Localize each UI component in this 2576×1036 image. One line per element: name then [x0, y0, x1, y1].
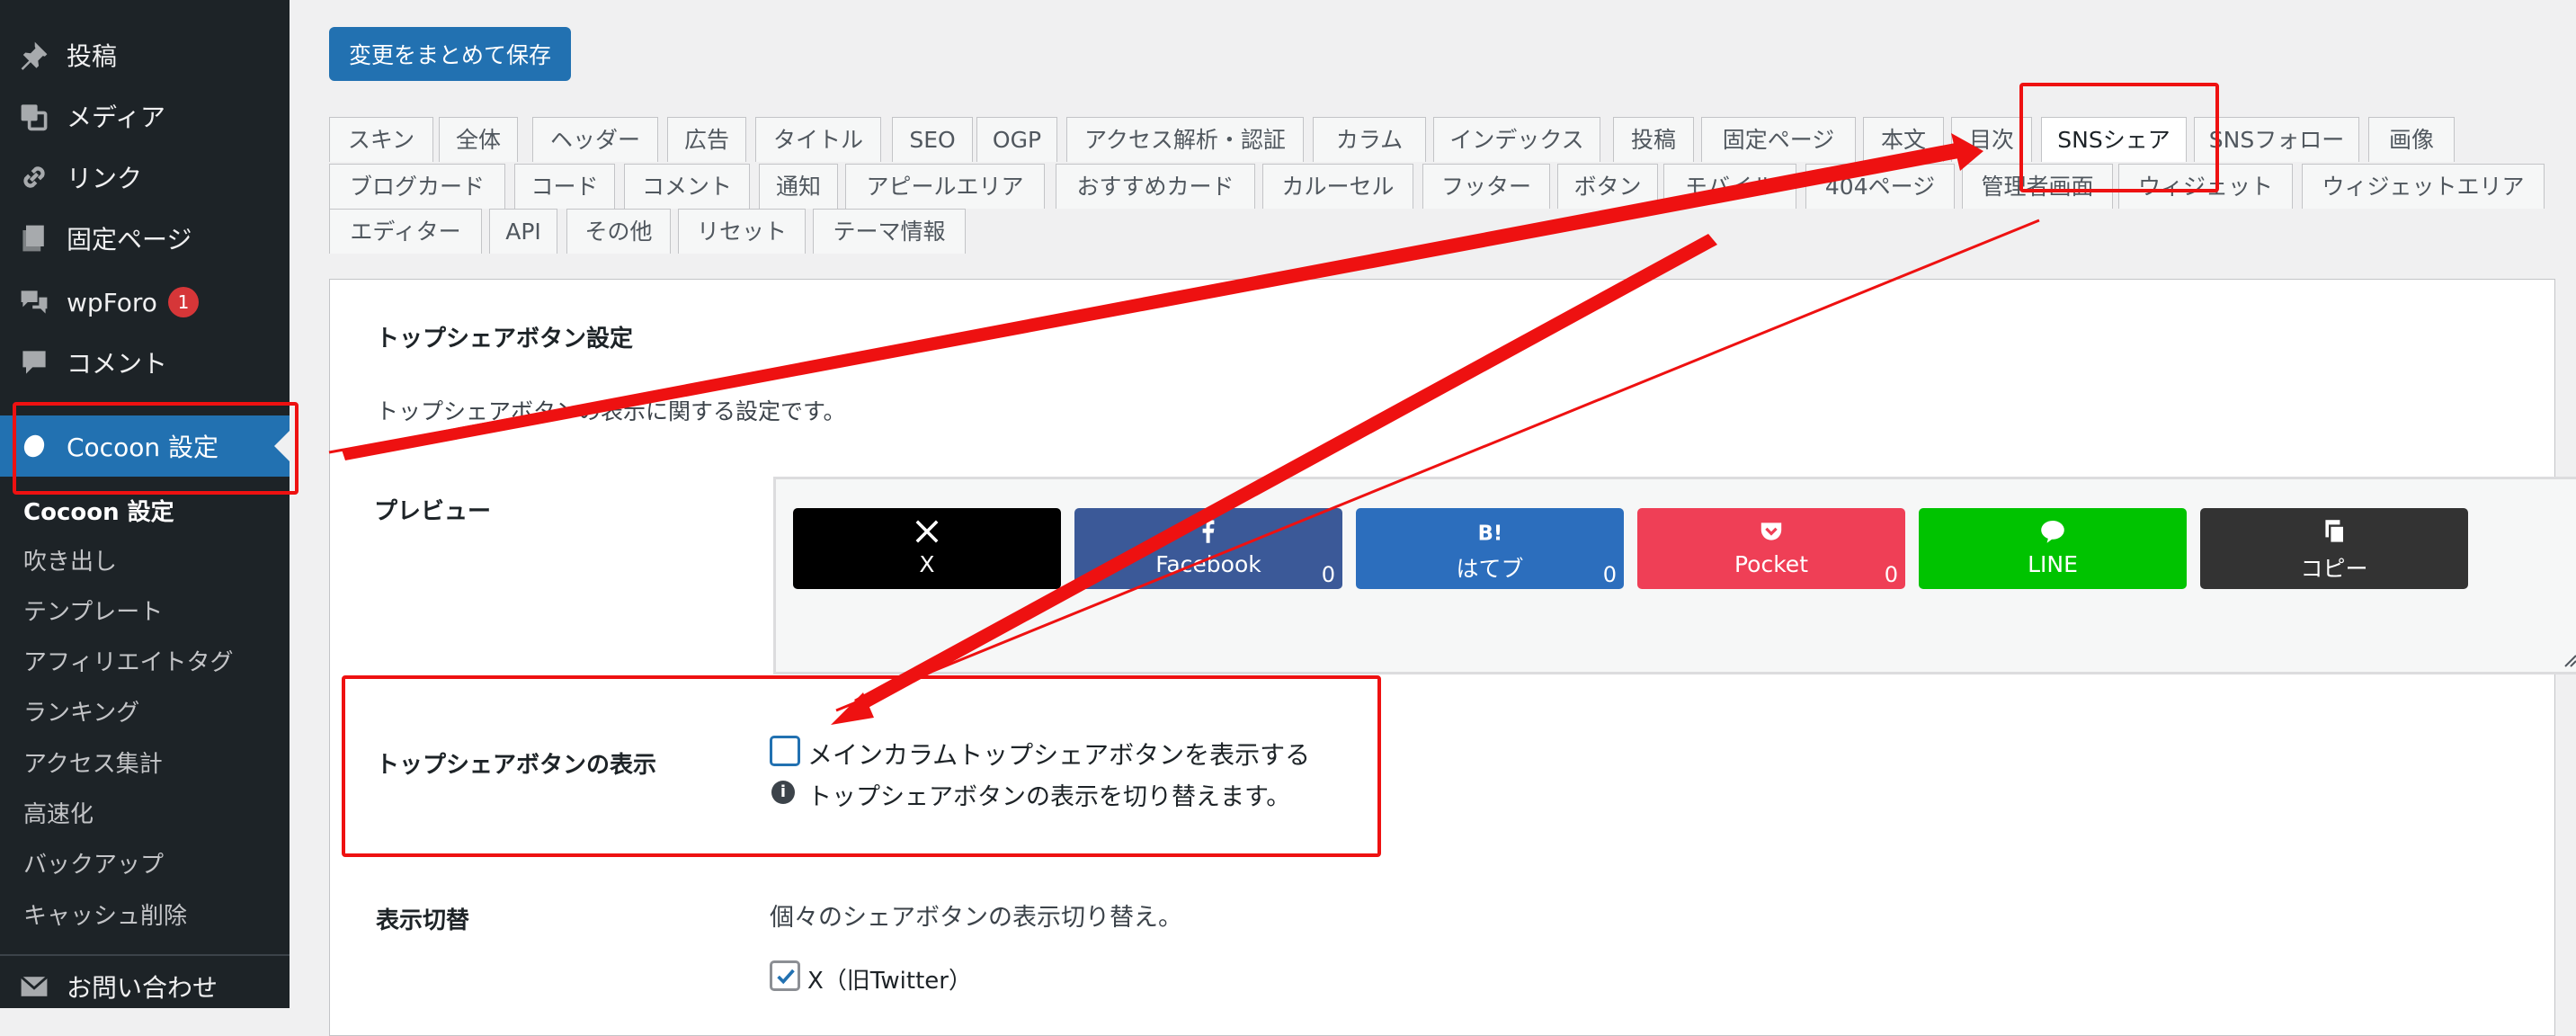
menu-item-label: お問い合わせ	[67, 973, 218, 1003]
x-icon	[793, 515, 1061, 548]
highlight-cocoon-menu	[13, 402, 299, 495]
menu-item-label: リンク	[67, 164, 143, 193]
toggle-x-label: X（旧Twitter）	[807, 968, 972, 995]
media-icon	[16, 98, 52, 134]
tab-ads[interactable]: 広告	[667, 117, 746, 162]
share-button-label: LINE	[2028, 551, 2078, 577]
tab-ogp[interactable]: OGP	[976, 117, 1057, 162]
save-all-button[interactable]: 変更をまとめて保存	[329, 27, 572, 81]
comment-icon	[16, 344, 52, 380]
share-button-pocket[interactable]: Pocket 0	[1637, 508, 1905, 589]
menu-item-label: 投稿	[67, 41, 118, 71]
toggle-setting-label: 表示切替	[376, 907, 470, 934]
tab-title[interactable]: タイトル	[755, 117, 881, 162]
tab-blog-card[interactable]: ブログカード	[329, 164, 505, 209]
line-icon	[1919, 515, 2187, 548]
share-button-label: はてブ	[1456, 556, 1524, 582]
tab-widget-area[interactable]: ウィジェットエリア	[2302, 164, 2545, 209]
menu-item-pages[interactable]: 固定ページ	[0, 208, 290, 269]
tab-notice[interactable]: 通知	[759, 164, 838, 209]
tab-other[interactable]: その他	[566, 209, 671, 254]
share-button-copy[interactable]: コピー	[2200, 508, 2468, 589]
menu-item-links[interactable]: リンク	[0, 147, 290, 208]
menu-item-wpforo[interactable]: wpForo 1	[0, 272, 290, 333]
tab-carousel[interactable]: カルーセル	[1262, 164, 1413, 209]
tab-skin[interactable]: スキン	[329, 117, 433, 162]
highlight-display-setting	[342, 675, 1381, 857]
mail-icon	[16, 969, 52, 1005]
pocket-icon	[1637, 515, 1905, 548]
tab-appeal-area[interactable]: アピールエリア	[845, 164, 1045, 209]
tab-reset[interactable]: リセット	[678, 209, 806, 254]
tab-index[interactable]: インデックス	[1433, 117, 1600, 162]
submenu-item-access-stats[interactable]: アクセス集計	[23, 739, 163, 790]
pages-icon	[16, 220, 52, 256]
toggle-description: 個々のシェアボタンの表示切り替え。	[770, 904, 1182, 932]
tab-button[interactable]: ボタン	[1557, 164, 1658, 209]
menu-item-posts[interactable]: 投稿	[0, 24, 290, 85]
share-button-label: X	[919, 551, 935, 577]
link-icon	[16, 159, 52, 195]
menu-item-label: メディア	[67, 103, 166, 132]
submenu-item-cocoon-settings[interactable]: Cocoon 設定	[23, 487, 174, 538]
menu-item-media[interactable]: メディア	[0, 85, 290, 147]
forum-icon	[16, 284, 52, 320]
preview-label: プレビュー	[374, 498, 492, 525]
share-button-x[interactable]: X	[793, 508, 1061, 589]
hatena-icon: B!	[1356, 515, 1624, 548]
submenu-item-ranking[interactable]: ランキング	[23, 688, 139, 738]
tab-404-page[interactable]: 404ページ	[1805, 164, 1955, 209]
tab-seo[interactable]: SEO	[892, 117, 973, 162]
tab-header[interactable]: ヘッダー	[532, 117, 658, 162]
menu-item-label: wpForo	[67, 287, 157, 317]
tab-comment[interactable]: コメント	[624, 164, 750, 209]
tab-mobile[interactable]: モバイル	[1663, 164, 1796, 209]
tab-general[interactable]: 全体	[439, 117, 518, 162]
section-title: トップシェアボタン設定	[376, 326, 634, 353]
tab-editor[interactable]: エディター	[329, 209, 482, 254]
share-button-facebook[interactable]: Facebook 0	[1074, 508, 1342, 589]
tab-api[interactable]: API	[489, 209, 557, 254]
resize-grip-icon[interactable]	[2560, 650, 2576, 668]
share-button-line[interactable]: LINE	[1919, 508, 2187, 589]
tab-analytics[interactable]: アクセス解析・認証	[1066, 117, 1304, 162]
notification-badge: 1	[167, 287, 199, 317]
svg-text:B!: B!	[1478, 522, 1503, 545]
menu-item-label: コメント	[67, 349, 168, 379]
admin-sidebar: 投稿 メディア リンク 固定ページ wpForo 1 コメント Cocoon 設…	[0, 0, 290, 1008]
facebook-icon	[1074, 515, 1342, 548]
menu-item-label: 固定ページ	[67, 225, 192, 255]
tab-theme-info[interactable]: テーマ情報	[813, 209, 966, 254]
menu-item-comments[interactable]: コメント	[0, 332, 290, 393]
toggle-x-checkbox[interactable]	[770, 960, 800, 991]
tab-code[interactable]: コード	[514, 164, 615, 209]
tab-body[interactable]: 本文	[1863, 117, 1944, 162]
submenu-item-clear-cache[interactable]: キャッシュ削除	[23, 891, 187, 942]
share-button-label: Facebook	[1155, 551, 1261, 577]
section-description: トップシェアボタンの表示に関する設定です。	[376, 398, 846, 424]
submenu-item-speedup[interactable]: 高速化	[23, 790, 94, 840]
tab-footer[interactable]: フッター	[1422, 164, 1550, 209]
pin-icon	[16, 37, 52, 73]
share-button-label: Pocket	[1734, 551, 1808, 577]
share-button-label: コピー	[2300, 556, 2368, 582]
highlight-sns-share-tab	[2019, 83, 2219, 192]
copy-icon	[2200, 515, 2468, 548]
tab-post[interactable]: 投稿	[1613, 117, 1694, 162]
share-count: 0	[1602, 562, 1617, 587]
submenu-item-speech-balloon[interactable]: 吹き出し	[23, 537, 117, 587]
share-count: 0	[1884, 562, 1898, 587]
submenu-item-template[interactable]: テンプレート	[23, 587, 163, 638]
share-button-hatena[interactable]: B! はてブ 0	[1356, 508, 1624, 589]
tab-column[interactable]: カラム	[1313, 117, 1426, 162]
tab-page[interactable]: 固定ページ	[1701, 117, 1856, 162]
checkmark-icon	[777, 969, 795, 985]
tab-image[interactable]: 画像	[2368, 117, 2455, 162]
tab-recommended-card[interactable]: おすすめカード	[1056, 164, 1255, 209]
submenu-item-affiliate-tag[interactable]: アフィリエイトタグ	[23, 638, 233, 688]
submenu-item-backup[interactable]: バックアップ	[23, 840, 164, 890]
share-count: 0	[1321, 562, 1335, 587]
